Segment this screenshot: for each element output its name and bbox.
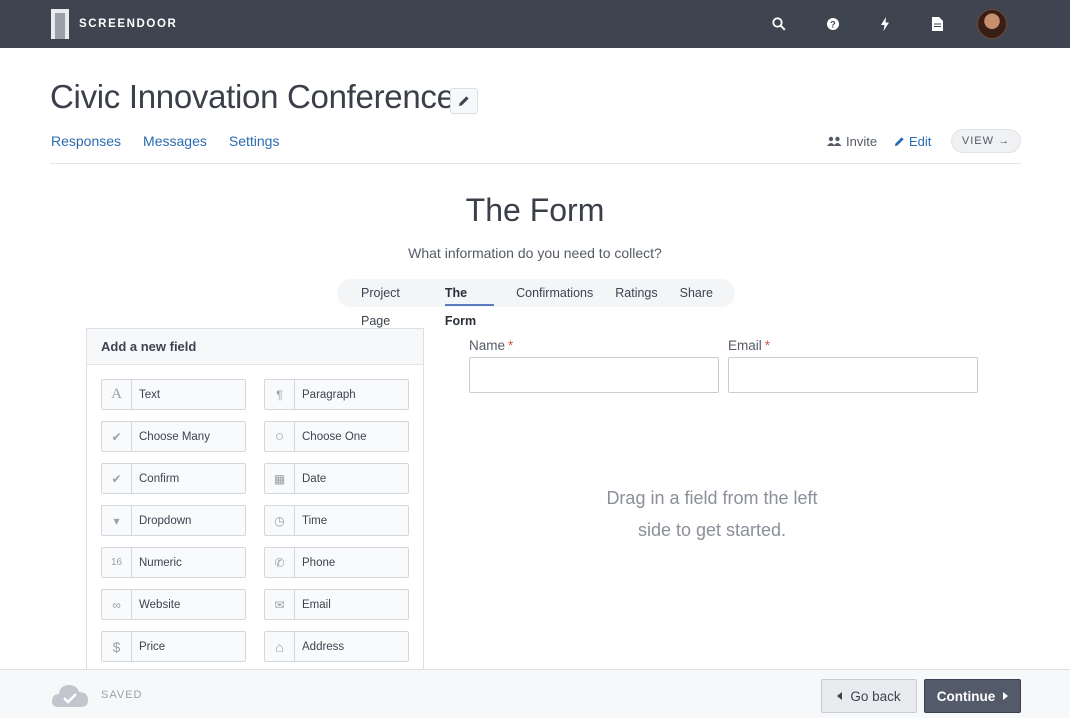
step-the-form[interactable]: The Form <box>444 279 495 328</box>
dollar-icon: $ <box>102 632 132 661</box>
field-label: Dropdown <box>139 514 192 527</box>
add-field-panel: Add a new field A Text ¶ Paragraph ✔ Cho… <box>86 328 424 688</box>
step-project-page[interactable]: Project Page <box>361 279 423 328</box>
invite-label: Invite <box>846 134 878 149</box>
calendar-icon: ▦ <box>265 464 295 493</box>
field-label: Text <box>139 388 161 401</box>
clock-icon: ◷ <box>265 506 295 535</box>
field-confirm-button[interactable]: ✔ Confirm <box>101 463 246 494</box>
field-choose-one-button[interactable]: ○ Choose One <box>264 421 409 452</box>
field-label: Address <box>302 640 345 653</box>
step-confirmations[interactable]: Confirmations <box>516 279 593 307</box>
saved-label: SAVED <box>101 689 143 701</box>
footer-bar: SAVED Go back Continue <box>0 669 1070 718</box>
brand-name: SCREENDOOR <box>79 18 178 30</box>
users-icon <box>827 136 842 146</box>
envelope-icon: ✉ <box>265 590 295 619</box>
home-icon: ⌂ <box>265 632 295 661</box>
nav-responses[interactable]: Responses <box>51 133 121 153</box>
edit-label: Edit <box>909 134 932 149</box>
drag-hint-line-1: Drag in a field from the left <box>606 488 818 508</box>
field-label: Price <box>139 640 166 653</box>
name-input[interactable] <box>469 357 719 393</box>
top-navigation-bar: SCREENDOOR ? <box>0 0 1070 48</box>
step-ratings[interactable]: Ratings <box>615 279 657 307</box>
required-asterisk: * <box>764 338 771 353</box>
field-date-button[interactable]: ▦ Date <box>264 463 409 494</box>
field-label: Website <box>139 598 181 611</box>
help-icon[interactable]: ? <box>824 15 842 33</box>
section-subtitle: What information do you need to collect? <box>408 245 662 261</box>
drag-hint-line-2: side to get started. <box>637 520 787 540</box>
field-label: Time <box>302 514 328 527</box>
confirm-check-icon: ✔ <box>102 464 132 493</box>
door-logo-icon <box>51 9 69 39</box>
field-numeric-button[interactable]: 16 Numeric <box>101 547 246 578</box>
cloud-check-icon <box>51 685 88 707</box>
svg-text:?: ? <box>830 20 836 30</box>
nav-settings[interactable]: Settings <box>229 133 280 153</box>
step-share[interactable]: Share <box>680 279 713 307</box>
continue-label: Continue <box>936 688 996 704</box>
document-icon[interactable] <box>928 15 946 33</box>
phone-icon: ✆ <box>265 548 295 577</box>
link-icon: ∞ <box>102 590 132 619</box>
screendoor-logo[interactable]: SCREENDOOR <box>51 9 177 39</box>
project-title: Civic Innovation Conference <box>50 78 455 115</box>
edit-link[interactable]: Edit <box>894 134 931 149</box>
field-phone-button[interactable]: ✆ Phone <box>264 547 409 578</box>
caret-right-icon <box>1003 692 1009 700</box>
section-title: The Form <box>465 192 605 228</box>
go-back-label: Go back <box>850 688 901 704</box>
user-avatar[interactable] <box>977 9 1007 39</box>
radio-icon: ○ <box>265 422 295 451</box>
panel-title: Add a new field <box>87 329 423 365</box>
text-icon: A <box>102 380 132 409</box>
field-label: Numeric <box>139 556 182 569</box>
step-tabs: Project Page The Form Confirmations Rati… <box>337 279 735 328</box>
email-label-text: Email <box>728 338 762 353</box>
email-input[interactable] <box>728 357 978 393</box>
go-back-button[interactable]: Go back <box>821 679 917 713</box>
field-label: Choose Many <box>139 430 210 443</box>
invite-button[interactable]: Invite <box>827 134 877 149</box>
nav-messages[interactable]: Messages <box>143 133 207 153</box>
field-time-button[interactable]: ◷ Time <box>264 505 409 536</box>
header-divider <box>50 163 1021 164</box>
field-email-button[interactable]: ✉ Email <box>264 589 409 620</box>
lightning-icon[interactable] <box>876 15 894 33</box>
field-label: Email <box>302 598 331 611</box>
drag-hint: Drag in a field from the left side to ge… <box>592 482 832 546</box>
field-label: Confirm <box>139 472 180 485</box>
email-field-label: Email * <box>728 338 770 353</box>
continue-button[interactable]: Continue <box>924 679 1021 713</box>
pencil-icon <box>894 137 904 147</box>
numeric-icon: 16 <box>102 548 132 577</box>
field-label: Choose One <box>302 430 367 443</box>
field-dropdown-button[interactable]: ▾ Dropdown <box>101 505 246 536</box>
field-address-button[interactable]: ⌂ Address <box>264 631 409 662</box>
caret-down-icon: ▾ <box>102 506 132 535</box>
field-website-button[interactable]: ∞ Website <box>101 589 246 620</box>
paragraph-icon: ¶ <box>265 380 295 409</box>
field-label: Phone <box>302 556 336 569</box>
required-asterisk: * <box>508 338 514 353</box>
name-label-text: Name <box>469 338 506 353</box>
field-choose-many-button[interactable]: ✔ Choose Many <box>101 421 246 452</box>
save-status: SAVED <box>51 682 142 708</box>
view-button[interactable]: VIEW → <box>951 129 1021 153</box>
edit-title-button[interactable] <box>450 88 478 114</box>
name-field-label: Name * <box>469 338 513 353</box>
caret-left-icon <box>837 692 843 700</box>
field-paragraph-button[interactable]: ¶ Paragraph <box>264 379 409 410</box>
project-nav: Responses Messages Settings <box>51 133 301 153</box>
search-icon[interactable] <box>770 15 788 33</box>
checkmark-icon: ✔ <box>102 422 132 451</box>
field-text-button[interactable]: A Text <box>101 379 246 410</box>
field-label: Date <box>302 472 327 485</box>
pencil-icon <box>459 96 469 106</box>
field-label: Paragraph <box>302 388 356 401</box>
field-price-button[interactable]: $ Price <box>101 631 246 662</box>
